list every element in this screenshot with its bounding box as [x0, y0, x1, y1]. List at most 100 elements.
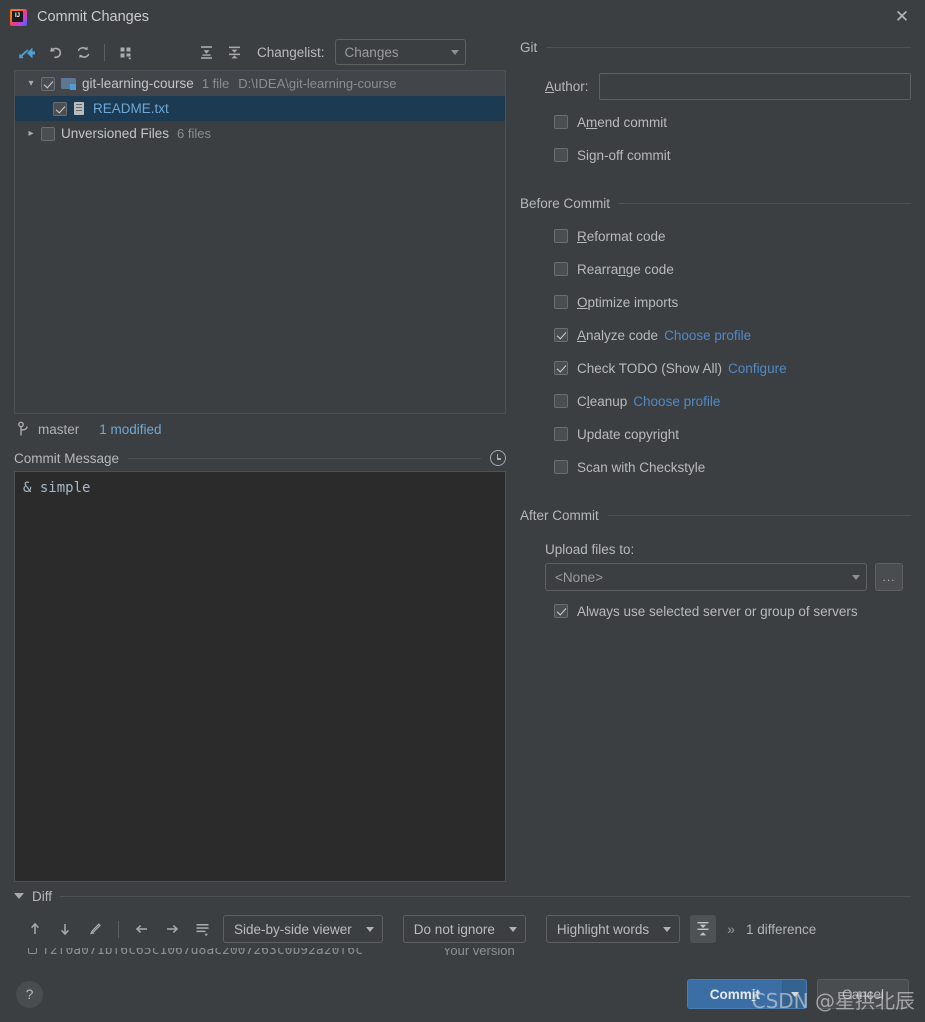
checkbox-box	[554, 427, 568, 441]
dialog-body: Changelist: Changes ▾ git-learning-cours…	[0, 34, 925, 882]
check-todo-label: Check TODO (Show All)	[577, 360, 723, 376]
branch-name: master	[38, 422, 80, 437]
diff-highlight-mode-value: Highlight words	[556, 921, 650, 937]
chevron-down-icon[interactable]	[14, 893, 24, 899]
check-todo-checkbox[interactable]: Check TODO (Show All) Configure	[520, 355, 911, 381]
intellij-idea-logo-icon	[10, 8, 27, 26]
cancel-button[interactable]: Cancel	[817, 979, 909, 1009]
expand-all-icon[interactable]	[193, 39, 219, 65]
refresh-icon[interactable]	[70, 39, 96, 65]
optimize-imports-label: Optimize imports	[577, 294, 679, 310]
git-section-header: Git	[520, 34, 911, 60]
modified-count[interactable]: 1 modified	[99, 422, 161, 437]
optimize-imports-checkbox[interactable]: Optimize imports	[520, 289, 911, 315]
changelist-root-name: git-learning-course	[82, 76, 194, 91]
checkbox-box	[554, 229, 568, 243]
commit-button[interactable]: Comm i t	[686, 979, 807, 1009]
update-copyright-label: Update copyright	[577, 426, 680, 442]
row-checkbox[interactable]	[53, 101, 67, 116]
commit-message-header: Commit Message	[14, 445, 506, 471]
after-commit-title: After Commit	[520, 507, 599, 523]
changelist-root-count: 1 file	[201, 76, 230, 91]
next-difference-arrow-down-icon[interactable]	[52, 916, 78, 942]
clock-history-icon[interactable]	[490, 450, 506, 466]
changelist-select[interactable]: Changes	[334, 39, 466, 65]
accept-left-arrow-left-icon[interactable]	[129, 916, 155, 942]
cleanup-label: Cleanup	[577, 393, 628, 409]
branch-status: master 1 modified	[14, 414, 506, 445]
browse-servers-button[interactable]: ...	[875, 563, 903, 591]
rollback-undo-icon[interactable]	[42, 39, 68, 65]
changes-tree[interactable]: ▾ git-learning-course 1 file D:\IDEA\git…	[14, 70, 506, 414]
analyze-code-profile-link[interactable]: Choose profile	[664, 328, 751, 343]
scan-with-checkstyle-label: Scan with Checkstyle	[577, 459, 706, 475]
checkbox-box	[554, 394, 568, 408]
cleanup-profile-link[interactable]: Choose profile	[633, 394, 720, 409]
diff-revision-labels: f2f0a071bf6c65c1067d8ac2007263c0b92a20f6…	[14, 948, 911, 964]
check-todo-configure-link[interactable]: Configure	[728, 361, 787, 376]
chevron-right-icon[interactable]: ▸	[21, 128, 41, 139]
edit-source-pencil-icon[interactable]	[82, 916, 108, 942]
table-row[interactable]: ▾ git-learning-course 1 file D:\IDEA\git…	[15, 71, 505, 96]
diff-settings-lines-icon[interactable]	[189, 916, 215, 942]
always-use-server-checkbox[interactable]: Always use selected server or group of s…	[520, 598, 911, 624]
accept-right-arrow-right-icon[interactable]	[159, 916, 185, 942]
help-button[interactable]: ?	[16, 980, 43, 1008]
folder-icon	[61, 77, 76, 90]
checkbox-box	[554, 262, 568, 276]
row-checkbox[interactable]	[41, 126, 55, 141]
chevron-down-icon	[508, 926, 517, 932]
diff-section-label: Diff	[32, 888, 53, 904]
rearrange-code-label: Rearrange code	[577, 261, 674, 277]
diff-section-header: Diff	[14, 882, 911, 910]
move-to-another-changelist-button[interactable]	[14, 39, 40, 65]
chevron-down-icon	[365, 926, 374, 932]
cleanup-checkbox[interactable]: Cleanup Choose profile	[520, 388, 911, 414]
group-by-icon[interactable]	[113, 39, 139, 65]
more-actions-icon[interactable]: »	[727, 921, 735, 937]
dialog-footer: ? Comm i t Cancel	[0, 966, 925, 1022]
collapse-all-icon[interactable]	[221, 39, 247, 65]
checkbox-box	[554, 460, 568, 474]
author-field[interactable]	[598, 72, 911, 100]
row-checkbox[interactable]	[41, 76, 55, 91]
collapse-unchanged-fragments-icon[interactable]	[690, 915, 717, 943]
sign-off-commit-checkbox[interactable]: Sign-off commit	[520, 142, 911, 168]
text-file-icon	[73, 101, 86, 116]
changes-toolbar: Changelist: Changes	[14, 34, 506, 70]
lock-icon	[28, 948, 37, 954]
changelist-label: Changelist:	[257, 45, 325, 60]
analyze-code-checkbox[interactable]: Analyze code Choose profile	[520, 322, 911, 348]
commit-message-input[interactable]: & simple	[14, 471, 506, 882]
chevron-down-icon	[790, 991, 799, 997]
table-row[interactable]: ▸ Unversioned Files 6 files	[15, 121, 505, 146]
update-copyright-checkbox[interactable]: Update copyright	[520, 421, 911, 447]
rearrange-code-checkbox[interactable]: Rearrange code	[520, 256, 911, 282]
amend-commit-label: Amend commit	[577, 114, 668, 130]
amend-commit-checkbox[interactable]: Amend commit	[520, 109, 911, 135]
previous-difference-arrow-up-icon[interactable]	[22, 916, 48, 942]
diff-ignore-mode-select[interactable]: Do not ignore	[402, 915, 526, 943]
toolbar-divider	[118, 920, 119, 938]
upload-server-select[interactable]: <None>	[545, 563, 867, 591]
reformat-code-checkbox[interactable]: Reformat code	[520, 223, 911, 249]
right-revision-label: Your version	[442, 948, 515, 958]
chevron-down-icon[interactable]: ▾	[21, 78, 41, 89]
author-row: Author:	[520, 70, 911, 102]
checkbox-box	[554, 328, 568, 342]
checkbox-box	[554, 148, 568, 162]
changelist-value: Changes	[344, 44, 399, 60]
before-commit-header: Before Commit	[520, 190, 911, 216]
title-bar: Commit Changes ✕	[0, 0, 925, 34]
analyze-code-label: Analyze code	[577, 327, 659, 343]
diff-section: Diff Side-by-side viewer Do not ignore H…	[0, 882, 925, 964]
left-revision-label: f2f0a071bf6c65c1067d8ac2007263c0b92a20f6…	[42, 948, 363, 958]
diff-viewer-mode-select[interactable]: Side-by-side viewer	[223, 915, 383, 943]
close-icon[interactable]: ✕	[879, 0, 925, 34]
table-row[interactable]: README.txt	[15, 96, 505, 121]
commit-options-dropdown[interactable]	[782, 980, 806, 1008]
scan-with-checkstyle-checkbox[interactable]: Scan with Checkstyle	[520, 454, 911, 480]
diff-highlight-mode-select[interactable]: Highlight words	[545, 915, 681, 943]
before-commit-title: Before Commit	[520, 195, 611, 211]
